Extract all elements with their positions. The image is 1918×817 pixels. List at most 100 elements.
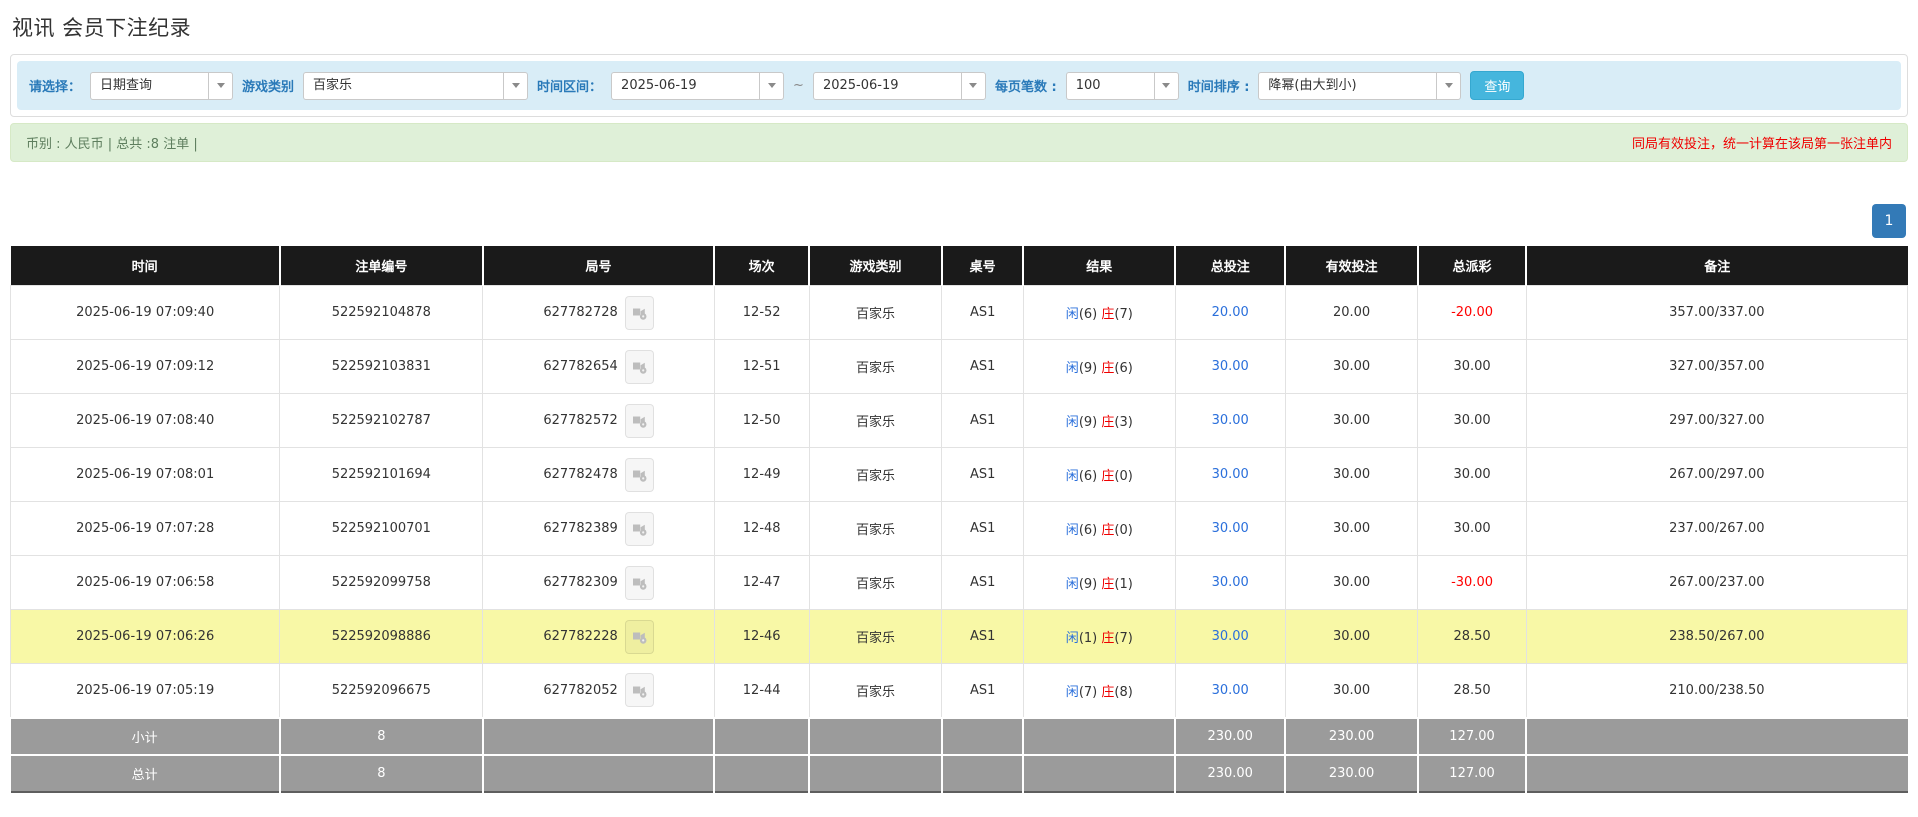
- cell-session: 12-50: [714, 394, 809, 448]
- cell-bet-no: 522592099758: [280, 556, 483, 610]
- total-bet-link[interactable]: 30.00: [1212, 467, 1249, 482]
- video-replay-button[interactable]: [625, 512, 654, 546]
- sort-order-select[interactable]: 降幂(由大到小): [1258, 72, 1461, 100]
- pagination: 1: [10, 204, 1906, 238]
- sum-label: 总计: [11, 755, 280, 792]
- round-no-text: 627782728: [543, 305, 617, 320]
- query-type-dropdown-button[interactable]: [208, 72, 233, 100]
- cell-round-no: 627782728: [483, 286, 714, 340]
- video-replay-button[interactable]: [625, 566, 654, 600]
- round-no-wrap: 627782228: [543, 620, 653, 654]
- video-replay-icon: [631, 304, 648, 321]
- cell-game-type: 百家乐: [809, 610, 942, 664]
- cell-remark: 210.00/238.50: [1526, 664, 1907, 718]
- video-replay-button[interactable]: [625, 620, 654, 654]
- cell-bet-no: 522592104878: [280, 286, 483, 340]
- sum-empty: [483, 755, 714, 792]
- cell-round-no: 627782654: [483, 340, 714, 394]
- total-bet-link[interactable]: 30.00: [1212, 413, 1249, 428]
- video-replay-button[interactable]: [625, 673, 654, 707]
- header-bet-no: 注单编号: [280, 246, 483, 286]
- date-to-dropdown-button[interactable]: [961, 72, 986, 100]
- total-bet-link[interactable]: 30.00: [1212, 683, 1249, 698]
- cell-table-no: AS1: [942, 556, 1024, 610]
- caret-down-icon: [1445, 83, 1453, 88]
- cell-bet-no: 522592101694: [280, 448, 483, 502]
- page-number-button[interactable]: 1: [1872, 204, 1906, 238]
- query-type-value[interactable]: 日期查询: [90, 72, 208, 100]
- page-size-dropdown-button[interactable]: [1154, 72, 1179, 100]
- payout-value: 30.00: [1453, 467, 1490, 482]
- sum-empty: [1023, 755, 1175, 792]
- game-type-value[interactable]: 百家乐: [303, 72, 503, 100]
- result-player-label: 闲: [1066, 577, 1079, 592]
- sort-order-label: 时间排序 :: [1188, 76, 1250, 95]
- cell-payout: 30.00: [1418, 448, 1526, 502]
- table-row: 2025-06-19 07:05:19522592096675627782052…: [11, 664, 1908, 718]
- sum-empty: [1023, 718, 1175, 755]
- cell-remark: 357.00/337.00: [1526, 286, 1907, 340]
- table-row: 2025-06-19 07:08:40522592102787627782572…: [11, 394, 1908, 448]
- total-bet-link[interactable]: 20.00: [1212, 305, 1249, 320]
- cell-bet-no: 522592103831: [280, 340, 483, 394]
- result-banker-count: (7): [1114, 631, 1132, 646]
- cell-session: 12-44: [714, 664, 809, 718]
- cell-result: 闲(9) 庄(3): [1023, 394, 1175, 448]
- cell-session: 12-47: [714, 556, 809, 610]
- sum-empty: [714, 755, 809, 792]
- date-from-value[interactable]: 2025-06-19: [611, 72, 759, 100]
- sum-total-bet: 230.00: [1175, 718, 1285, 755]
- round-no-text: 627782389: [543, 521, 617, 536]
- video-replay-button[interactable]: [625, 296, 654, 330]
- total-bet-link[interactable]: 30.00: [1212, 629, 1249, 644]
- date-from-dropdown-button[interactable]: [759, 72, 784, 100]
- sum-payout: 127.00: [1418, 718, 1526, 755]
- result-banker-count: (0): [1114, 469, 1132, 484]
- sum-empty: [714, 718, 809, 755]
- sort-order-value[interactable]: 降幂(由大到小): [1258, 72, 1436, 100]
- cell-remark: 238.50/267.00: [1526, 610, 1907, 664]
- game-type-select[interactable]: 百家乐: [303, 72, 528, 100]
- cell-time: 2025-06-19 07:09:40: [11, 286, 280, 340]
- result-banker-label: 庄: [1101, 415, 1114, 430]
- cell-table-no: AS1: [942, 502, 1024, 556]
- date-to-value[interactable]: 2025-06-19: [813, 72, 961, 100]
- video-replay-button[interactable]: [625, 350, 654, 384]
- date-from-select[interactable]: 2025-06-19: [611, 72, 784, 100]
- cell-table-no: AS1: [942, 664, 1024, 718]
- sort-order-dropdown-button[interactable]: [1436, 72, 1461, 100]
- total-bet-link[interactable]: 30.00: [1212, 575, 1249, 590]
- round-no-text: 627782228: [543, 629, 617, 644]
- round-no-wrap: 627782478: [543, 458, 653, 492]
- cell-bet-no: 522592098886: [280, 610, 483, 664]
- game-type-dropdown-button[interactable]: [503, 72, 528, 100]
- cell-payout: -30.00: [1418, 556, 1526, 610]
- video-replay-icon: [631, 412, 648, 429]
- video-replay-button[interactable]: [625, 404, 654, 438]
- sum-label: 小计: [11, 718, 280, 755]
- cell-bet-no: 522592100701: [280, 502, 483, 556]
- page-size-value[interactable]: 100: [1066, 72, 1154, 100]
- sum-empty: [942, 718, 1024, 755]
- total-bet-link[interactable]: 30.00: [1212, 359, 1249, 374]
- round-no-wrap: 627782572: [543, 404, 653, 438]
- round-no-text: 627782052: [543, 683, 617, 698]
- query-button[interactable]: 查询: [1470, 71, 1524, 100]
- round-no-wrap: 627782389: [543, 512, 653, 546]
- cell-round-no: 627782228: [483, 610, 714, 664]
- date-to-select[interactable]: 2025-06-19: [813, 72, 986, 100]
- result-banker-label: 庄: [1101, 469, 1114, 484]
- result-player-label: 闲: [1066, 631, 1079, 646]
- result-banker-label: 庄: [1101, 577, 1114, 592]
- cell-total-bet: 30.00: [1175, 502, 1285, 556]
- total-bet-link[interactable]: 30.00: [1212, 521, 1249, 536]
- payout-value: 28.50: [1453, 683, 1490, 698]
- result-banker-count: (6): [1114, 361, 1132, 376]
- result-player-label: 闲: [1066, 361, 1079, 376]
- cell-result: 闲(6) 庄(0): [1023, 448, 1175, 502]
- query-type-select[interactable]: 日期查询: [90, 72, 233, 100]
- video-replay-button[interactable]: [625, 458, 654, 492]
- cell-payout: 28.50: [1418, 664, 1526, 718]
- page-size-select[interactable]: 100: [1066, 72, 1179, 100]
- round-no-text: 627782309: [543, 575, 617, 590]
